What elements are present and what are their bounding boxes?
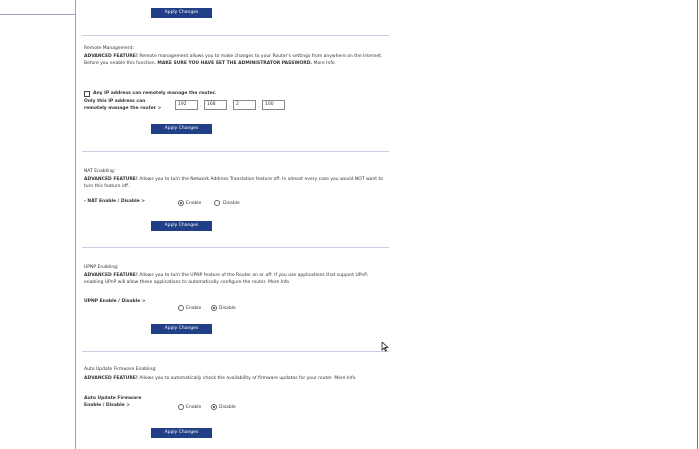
- sidebar-stub: [0, 0, 75, 15]
- firmware-disable-radio[interactable]: [211, 404, 217, 410]
- nat-enable-radio[interactable]: [178, 200, 184, 206]
- ip-dot: .: [229, 104, 231, 109]
- firmware-enabling-title: Auto Update Firmware Enabling:: [84, 367, 157, 372]
- any-ip-checkbox[interactable]: [84, 91, 90, 97]
- apply-changes-button-top[interactable]: Apply Changes: [151, 8, 212, 18]
- firmware-disable-label: Disable: [219, 405, 236, 410]
- ip-octet-3-input[interactable]: 2: [233, 100, 256, 110]
- upnp-enable-label: Enable: [186, 306, 202, 311]
- apply-changes-button-remote[interactable]: Apply Changes: [151, 124, 212, 134]
- only-ip-label-line1: Only this IP address can: [84, 99, 146, 104]
- nat-enable-disable-label: - NAT Enable / Disable >: [84, 199, 146, 204]
- nat-disable-radio[interactable]: [214, 200, 220, 206]
- firmware-desc-text: Allows you to automatically check the av…: [137, 376, 333, 381]
- nat-description: ADVANCED FEATURE! Allows you to turn the…: [84, 176, 384, 190]
- ip-octet-4-input[interactable]: 100: [262, 100, 285, 110]
- section-divider: [82, 351, 389, 352]
- more-info-link[interactable]: More Info: [312, 61, 335, 66]
- firmware-description: ADVANCED FEATURE! Allows you to automati…: [84, 375, 384, 382]
- nat-enable-label: Enable: [186, 201, 202, 206]
- password-warning: MAKE SURE YOU HAVE SET THE ADMINISTRATOR…: [157, 61, 313, 66]
- section-divider: [82, 151, 389, 152]
- firmware-label-line2: Enable / Disable >: [84, 403, 131, 408]
- upnp-enable-radio[interactable]: [178, 305, 184, 311]
- any-ip-label: Any IP address can remotely manage the r…: [93, 91, 216, 96]
- ip-dot: .: [258, 104, 260, 109]
- apply-changes-button-firmware[interactable]: Apply Changes: [151, 428, 212, 438]
- firmware-enable-label: Enable: [186, 405, 202, 410]
- upnp-enabling-title: UPNP Enabling:: [84, 265, 119, 270]
- mouse-cursor-icon: [381, 342, 389, 352]
- nat-disable-label: Disable: [223, 201, 240, 206]
- only-ip-label-line2: remotely manage the router >: [84, 106, 162, 111]
- advanced-feature-label: ADVANCED FEATURE!: [84, 273, 138, 278]
- upnp-disable-label: Disable: [219, 306, 236, 311]
- ip-dot: .: [200, 104, 202, 109]
- ip-octet-2-input[interactable]: 168: [204, 100, 227, 110]
- ip-octet-1-input[interactable]: 192: [175, 100, 198, 110]
- apply-changes-button-upnp[interactable]: Apply Changes: [151, 324, 212, 334]
- upnp-enable-disable-label: UPNP Enable / Disable >: [84, 299, 146, 304]
- firmware-enable-radio[interactable]: [178, 404, 184, 410]
- advanced-feature-label: ADVANCED FEATURE!: [84, 177, 138, 182]
- more-info-link[interactable]: More Info: [267, 280, 289, 285]
- upnp-description: ADVANCED FEATURE! Allows you to turn the…: [84, 272, 384, 286]
- left-sidebar: [0, 0, 76, 449]
- apply-changes-button-nat[interactable]: Apply Changes: [151, 221, 212, 231]
- upnp-disable-radio[interactable]: [211, 305, 217, 311]
- advanced-feature-label: ADVANCED FEATURE!: [84, 54, 138, 59]
- section-divider: [82, 35, 389, 36]
- remote-management-description: ADVANCED FEATURE! Remote management allo…: [84, 53, 384, 67]
- advanced-feature-label: ADVANCED FEATURE!: [84, 376, 138, 381]
- more-info-link[interactable]: More Info: [333, 376, 355, 381]
- firmware-label-line1: Auto Update Firmware: [84, 396, 142, 401]
- window-right-border: [697, 0, 698, 449]
- nat-enabling-title: NAT Enabling:: [84, 169, 116, 174]
- remote-management-title: Remote Management:: [84, 46, 134, 51]
- section-divider: [82, 247, 389, 248]
